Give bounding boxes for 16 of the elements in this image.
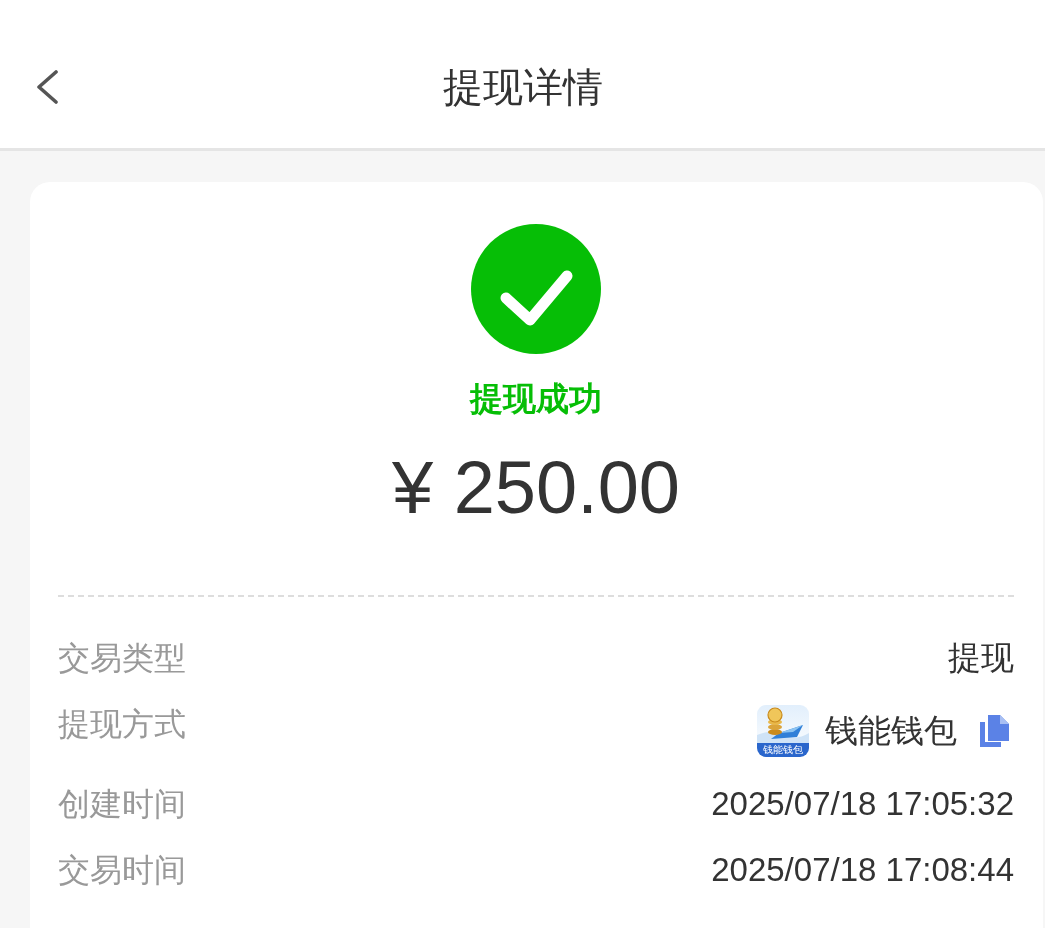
detail-value: 提现	[948, 638, 1014, 678]
page-title: 提现详情	[442, 64, 603, 111]
detail-label: 提现方式	[58, 705, 186, 744]
amount-text: ¥ 250.00	[391, 448, 681, 528]
detail-value: 钱能钱包	[825, 711, 957, 751]
back-chevron-icon	[35, 70, 59, 104]
detail-value: 2025/07/18 17:08:44	[711, 850, 1014, 890]
coin-stack-icon	[757, 705, 809, 743]
status-text: 提现成功	[470, 379, 602, 419]
detail-value: 2025/07/18 17:05:32	[711, 784, 1014, 824]
logo-text: 钱能钱包	[757, 743, 809, 757]
success-check-icon	[471, 224, 601, 354]
copy-icon[interactable]	[979, 715, 1009, 747]
detail-label: 交易时间	[58, 851, 186, 890]
detail-label: 交易类型	[58, 639, 186, 678]
detail-label: 创建时间	[58, 785, 186, 824]
